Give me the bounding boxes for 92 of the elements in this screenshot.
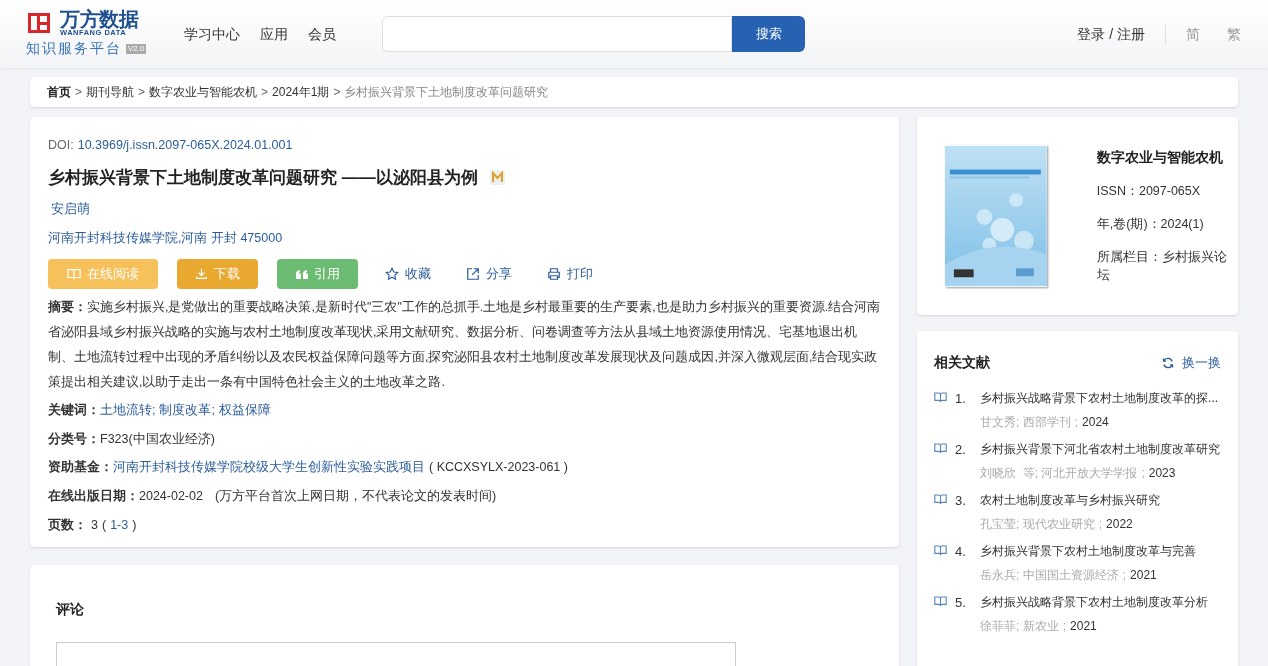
list-number: 3. (955, 492, 967, 510)
doi-label: DOI: (48, 137, 74, 154)
breadcrumb-item: 乡村振兴背景下土地制度改革问题研究 (344, 84, 549, 101)
separator: ; (152, 401, 156, 419)
year: 2021 (1070, 618, 1097, 635)
nav-link[interactable]: 学习中心 (184, 23, 240, 45)
book-icon (934, 596, 948, 607)
book-icon (934, 545, 948, 556)
m-badge-icon (489, 170, 505, 185)
year: 2022 (1106, 516, 1133, 533)
platform-name: 知识服务平台 (26, 39, 122, 59)
separator: ; (211, 401, 215, 419)
share-button[interactable]: 分享 (458, 258, 520, 289)
field-value: 2024-02-02 (139, 488, 203, 505)
issue-text: 年,卷(期)：2024(1) (1096, 215, 1205, 233)
separator: ; (1122, 567, 1127, 584)
date-note: (万方平台首次上网日期，不代表论文的发表时间) (214, 488, 497, 505)
breadcrumb-item[interactable]: 数字农业与智能农机 (149, 83, 258, 101)
bracket: ) (132, 516, 137, 534)
book-icon (67, 266, 81, 281)
breadcrumb-item[interactable]: 2024年1期 (272, 83, 330, 101)
breadcrumb-item[interactable]: 期刊导航 (86, 83, 134, 101)
version-badge: V2.0 (126, 43, 147, 54)
related-article-link[interactable]: 乡村振兴背景下河北省农村土地制度改革研究 (980, 440, 1221, 458)
related-article-link[interactable]: 乡村振兴背景下农村土地制度改革与完善 (980, 542, 1197, 560)
favorite-button[interactable]: 收藏 (377, 258, 439, 289)
author-source: 孔宝莹; 现代农业研究 (980, 516, 1095, 533)
author-link[interactable]: 安启萌 (51, 200, 882, 219)
field-label: 关键词： (48, 401, 100, 419)
article-title: 乡村振兴背景下土地制度改革问题研究 ——以泌阳县为例 (48, 166, 478, 189)
quote-icon (295, 268, 308, 279)
breadcrumb-separator: > (333, 84, 341, 101)
author-source: 刘晓欣 等; 河北开放大学学报 (980, 465, 1138, 482)
related-article-link[interactable]: 乡村振兴战略背景下农村土地制度改革分析 (980, 593, 1209, 611)
year: 2021 (1130, 567, 1157, 584)
comment-box[interactable] (56, 642, 736, 666)
list-number: 1. (955, 390, 967, 408)
download-icon (195, 267, 208, 281)
refresh-button[interactable]: 换一换 (1162, 352, 1221, 373)
search-field[interactable] (382, 16, 732, 52)
page-range-link[interactable]: 1-3 (110, 515, 129, 535)
separator: ; (1141, 465, 1145, 482)
search-button[interactable]: 搜索 (732, 16, 805, 52)
logo-icon (26, 10, 52, 35)
year: 2023 (1148, 465, 1176, 482)
list-number: 5. (955, 594, 967, 612)
fund-link[interactable]: 河南开封科技传媒学院校级大学生创新性实验实践项目 (113, 458, 425, 477)
related-title: 相关文献 (934, 353, 991, 372)
author-source: 甘文秀; 西部学刊 (980, 414, 1071, 431)
author-source: 岳永兵; 中国国土资源经济 (980, 567, 1119, 584)
list-number: 4. (955, 543, 967, 561)
nav-link[interactable]: 会员 (308, 23, 336, 45)
doi-link[interactable]: 10.3969/j.issn.2097-065X.2024.01.001 (77, 136, 293, 155)
field-label: 页数： (48, 516, 87, 534)
keyword-link[interactable]: 土地流转 (100, 400, 152, 420)
book-icon (934, 392, 948, 403)
field-value: ( KCCXSYLX-2023-061 ) (429, 459, 568, 477)
related-article-link[interactable]: 乡村振兴战略背景下农村土地制度改革的探... (980, 389, 1219, 407)
separator: ; (1098, 516, 1103, 533)
breadcrumb-item[interactable]: 首页 (47, 83, 71, 101)
field-value: 3 (91, 516, 98, 534)
year: 2024 (1082, 414, 1109, 431)
breadcrumb-separator: > (138, 84, 146, 101)
abstract-text: 摘要：实施乡村振兴,是党做出的重要战略决策,是新时代"三农"工作的总抓手.土地是乡村最重要的生产要素,也是助力乡村振兴的重要资源.结合河南省泌阳县域乡村振兴战略的实施与农村土地制度改革现状,采用文献研究、数据分析、问卷调查等方法从县域土地资源使用情况、宅基地退出机制、土地流转过程中出现的矛盾纠纷以及农民权益保障问题等方面,探究泌阳县农村土地制度改革发展现状及问题成因,并深入微观层面,结合现实政策提出相关建议,以助于走出一条有中国特色社会主义的土地改革之路. (48, 298, 882, 391)
logo-title: 万方数据 (60, 8, 138, 29)
keyword-link[interactable]: 权益保障 (218, 400, 271, 420)
journal-name[interactable]: 数字农业与智能农机 (1096, 147, 1238, 168)
separator: ; (1062, 618, 1067, 635)
field-label: 资助基金： (48, 459, 113, 477)
refresh-icon (1162, 356, 1174, 369)
field-label: 分类号： (48, 430, 100, 448)
list-number: 2. (955, 441, 967, 459)
bracket: ( (101, 516, 107, 534)
book-icon (934, 443, 948, 454)
print-button[interactable]: 打印 (539, 258, 601, 289)
star-icon (385, 266, 399, 281)
related-article-link[interactable]: 农村土地制度改革与乡村振兴研究 (980, 491, 1161, 509)
breadcrumb-separator: > (261, 84, 269, 101)
breadcrumb-separator: > (75, 84, 82, 101)
login-link[interactable]: 登录 / 注册 (1077, 23, 1145, 45)
comments-title: 评论 (56, 600, 85, 619)
column-text: 所属栏目：乡村振兴论坛 (1096, 248, 1228, 285)
affiliation-link[interactable]: 河南开封科技传媒学院,河南 开封 475000 (48, 229, 882, 248)
book-icon (934, 494, 948, 505)
field-label: 在线出版日期： (48, 488, 139, 505)
issn-text: ISSN：2097-065X (1096, 183, 1202, 200)
share-icon (466, 266, 480, 281)
nav-link[interactable]: 应用 (260, 23, 288, 45)
field-value: F323(中国农业经济) (100, 430, 215, 448)
separator: ; (1074, 414, 1079, 431)
printer-icon (547, 266, 561, 281)
author-source: 徐菲菲; 新农业 (980, 618, 1059, 635)
